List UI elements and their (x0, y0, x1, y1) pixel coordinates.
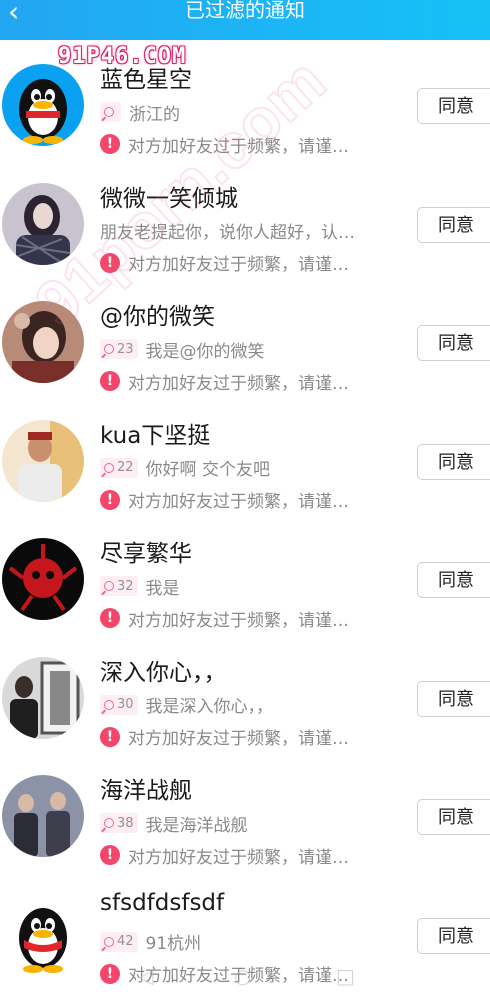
age-tag (100, 102, 121, 122)
warning-icon: ! (100, 371, 120, 391)
age-tag: 23 (100, 339, 138, 359)
warning-line: ! 对方加好友过于频繁，请谨… (100, 725, 349, 749)
message-text: 朋友老提起你，说你人超好，认… (100, 223, 355, 243)
request-message: 朋友老提起你，说你人超好，认… (100, 219, 355, 243)
top-bar: ‹ 已过滤的通知 (0, 0, 490, 40)
avatar[interactable] (2, 775, 84, 857)
warning-text: 对方加好友过于频繁，请谨… (128, 373, 349, 394)
warning-icon: ! (100, 963, 120, 984)
request-message: 32 我是 (100, 574, 180, 599)
avatar[interactable] (2, 656, 84, 739)
search-icon (104, 581, 114, 591)
contact-name: @你的微笑 (100, 304, 215, 330)
nav-back-icon[interactable]: ◁ (138, 964, 153, 988)
message-text: 我是深入你心，， (145, 697, 274, 717)
warning-text: 对方加好友过于频繁，请谨… (128, 847, 349, 868)
list-item[interactable]: 微微一笑倾城 朋友老提起你，说你人超好，认… ! 对方加好友过于频繁，请谨… 同… (0, 167, 490, 286)
warning-icon: ! (100, 845, 120, 865)
agree-button[interactable]: 同意 (417, 88, 490, 124)
nav-home-icon[interactable]: ○ (234, 964, 251, 988)
contact-name: 微微一笑倾城 (100, 185, 238, 212)
request-message: 23 我是@你的微笑 (100, 337, 265, 362)
message-text: 你好啊 交个友吧 (145, 460, 270, 480)
site-watermark: 91P46.COM (58, 44, 187, 69)
avatar[interactable] (2, 538, 84, 620)
avatar[interactable] (2, 893, 84, 976)
search-icon (104, 936, 114, 947)
warning-icon: ! (100, 489, 120, 510)
agree-button[interactable]: 同意 (417, 325, 490, 361)
nav-recent-icon[interactable]: □ (336, 964, 355, 988)
agree-button[interactable]: 同意 (417, 443, 490, 480)
message-text: 我是海洋战舰 (145, 815, 248, 836)
avatar[interactable] (2, 64, 84, 146)
avatar[interactable] (2, 301, 84, 383)
warning-text: 对方加好友过于频繁，请谨… (128, 610, 349, 631)
message-text: 浙江的 (129, 104, 180, 125)
age-tag: 32 (100, 576, 138, 596)
request-message: 22 你好啊 交个友吧 (100, 456, 270, 480)
warning-line: ! 对方加好友过于频繁，请谨… (100, 488, 349, 512)
warning-line: ! 对方加好友过于频繁，请谨… (100, 251, 349, 275)
age-tag: 42 (100, 931, 138, 952)
warning-icon: ! (100, 252, 120, 273)
agree-button[interactable]: 同意 (417, 562, 490, 598)
contact-name: 深入你心，， (100, 659, 227, 686)
search-icon (104, 107, 114, 117)
page-title: 已过滤的通知 (185, 0, 305, 22)
warning-text: 对方加好友过于频繁，请谨… (128, 492, 349, 512)
search-icon (104, 462, 114, 473)
message-text: 91杭州 (145, 934, 202, 954)
list-item[interactable]: kua下坚挺 22 你好啊 交个友吧 ! 对方加好友过于频繁，请谨… 同意 (0, 404, 490, 523)
warning-line: ! 对方加好友过于频繁，请谨… (100, 369, 349, 394)
age-tag: 38 (100, 813, 138, 833)
avatar[interactable] (2, 182, 84, 265)
agree-button[interactable]: 同意 (417, 206, 490, 243)
warning-text: 对方加好友过于频繁，请谨… (128, 136, 349, 157)
notification-list: 蓝色星空 浙江的 ! 对方加好友过于频繁，请谨… 同意 微微一笑倾城 朋友老提起… (0, 48, 490, 996)
contact-name: sfsdfdsfsdf (100, 889, 225, 916)
contact-name: 尽享繁华 (100, 541, 192, 567)
agree-button[interactable]: 同意 (417, 799, 490, 835)
list-item[interactable]: 尽享繁华 32 我是 ! 对方加好友过于频繁，请谨… 同意 (0, 522, 490, 641)
search-icon (104, 344, 114, 354)
contact-name: kua下坚挺 (100, 422, 211, 449)
list-item[interactable]: 海洋战舰 38 我是海洋战舰 ! 对方加好友过于频繁，请谨… 同意 (0, 759, 490, 878)
search-icon (104, 818, 114, 828)
warning-text: 对方加好友过于频繁，请谨… (128, 729, 349, 749)
agree-button[interactable]: 同意 (417, 917, 490, 954)
warning-text: 对方加好友过于频繁，请谨… (128, 255, 349, 275)
age-tag: 22 (100, 457, 138, 478)
search-icon (104, 699, 114, 710)
list-item[interactable]: @你的微笑 23 我是@你的微笑 ! 对方加好友过于频繁，请谨… 同意 (0, 285, 490, 404)
warning-icon: ! (100, 134, 120, 154)
request-message: 浙江的 (100, 100, 180, 125)
warning-line: ! 对方加好友过于频繁，请谨… (100, 132, 349, 157)
avatar[interactable] (2, 419, 84, 502)
list-item[interactable]: 深入你心，， 30 我是深入你心，， ! 对方加好友过于频繁，请谨… 同意 (0, 641, 490, 760)
message-text: 我是@你的微笑 (145, 341, 265, 362)
message-text: 我是 (145, 578, 180, 599)
request-message: 30 我是深入你心，， (100, 693, 273, 717)
warning-icon: ! (100, 726, 120, 747)
age-tag: 30 (100, 694, 138, 715)
request-message: 42 91杭州 (100, 930, 201, 954)
request-message: 38 我是海洋战舰 (100, 811, 248, 836)
warning-line: ! 对方加好友过于频繁，请谨… (100, 606, 349, 631)
warning-line: ! 对方加好友过于频繁，请谨… (100, 843, 349, 868)
warning-icon: ! (100, 608, 120, 628)
agree-button[interactable]: 同意 (417, 680, 490, 717)
contact-name: 海洋战舰 (100, 778, 192, 804)
